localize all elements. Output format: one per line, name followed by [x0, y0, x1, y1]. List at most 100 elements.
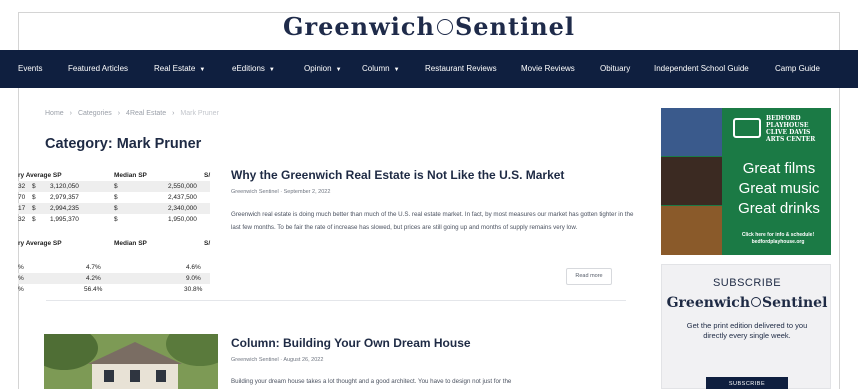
nav-item-label: Camp Guide	[775, 64, 820, 73]
table-header-cell: S/	[204, 172, 211, 179]
article-excerpt: Building your dream house takes a lot th…	[231, 378, 512, 385]
nav-item-opinion[interactable]: Opinion ▼	[304, 50, 342, 88]
table-cell: %	[18, 275, 24, 282]
nav-item-movie-reviews[interactable]: Movie Reviews	[521, 50, 575, 88]
chevron-down-icon: ▼	[335, 67, 342, 73]
table-row: 32 $ 1,995,370 $ 1,950,000	[18, 214, 210, 225]
read-more-button[interactable]: Read more	[566, 268, 612, 285]
subscribe-widget: SUBSCRIBE Greenwich Sentinel Get the prin…	[661, 264, 831, 389]
table-cell: 4.6%	[186, 264, 201, 271]
nav-item-obituary[interactable]: Obituary	[600, 50, 630, 88]
nav-item-real-estate[interactable]: Real Estate ▼	[154, 50, 205, 88]
ad-logo-line: PLAYHOUSE	[766, 122, 809, 129]
table-cell: $	[114, 216, 118, 223]
nav-item-label: Opinion	[304, 64, 332, 73]
table-cell: 32	[18, 216, 26, 223]
article-date: September 2, 2022	[283, 189, 331, 195]
table-cell: 2,437,500	[168, 194, 197, 201]
table-cell: $	[32, 216, 36, 223]
breadcrumb-separator: ›	[117, 110, 121, 117]
seal-icon	[436, 18, 453, 35]
table-cell: 70	[18, 194, 26, 201]
main-navigation: Events Featured Articles Real Estate ▼ eEdit…	[0, 50, 858, 88]
nav-item-featured-articles[interactable]: Featured Articles	[68, 50, 128, 88]
nav-item-camp-guide[interactable]: Camp Guide	[775, 50, 820, 88]
logo-word-right: Sentinel	[762, 295, 828, 311]
house-photo-icon	[44, 334, 218, 389]
table-cell: 32	[18, 183, 26, 190]
table-cell: 1,995,370	[50, 216, 79, 223]
ad-small-line: bedfordplayhouse.org	[751, 238, 805, 245]
ad-photo-drinks	[661, 206, 722, 255]
article-title[interactable]: Column: Building Your Own Dream House	[231, 336, 471, 350]
article-meta: Greenwich Sentinel · September 2, 2022	[231, 189, 330, 195]
article-excerpt: Greenwich real estate is doing much bett…	[231, 211, 634, 231]
ad-photo-musician	[661, 157, 722, 205]
table-cell: 2,994,235	[50, 205, 79, 212]
breadcrumb-real-estate[interactable]: 4Real Estate	[126, 110, 166, 117]
nav-item-label: Featured Articles	[68, 64, 129, 73]
breadcrumb-separator: ›	[172, 110, 175, 117]
nav-item-label: Real Estate	[154, 64, 196, 73]
table-header-cell: ry Average SP	[18, 172, 62, 179]
subscribe-title: SUBSCRIBE	[712, 277, 782, 289]
nav-item-label: Restaurant Reviews	[425, 64, 497, 73]
table-row: % 4.2% 9.0%	[18, 273, 210, 284]
table-cell: 4.2%	[86, 275, 101, 282]
article-author[interactable]: Greenwich Sentinel	[231, 189, 279, 195]
table-header-row: ry Average SP Median SP S/	[18, 238, 210, 249]
table-cell: %	[18, 286, 24, 293]
nav-item-eeditions[interactable]: eEditions ▼	[232, 50, 275, 88]
chevron-down-icon: ▼	[268, 67, 275, 73]
meta-separator: ·	[280, 357, 283, 363]
ad-logo-line: CLIVE DAVIS	[766, 129, 811, 136]
table-row: % 4.7% 4.6%	[18, 262, 210, 273]
logo-word-right: Sentinel	[454, 12, 576, 41]
breadcrumb-categories[interactable]: Categories	[78, 110, 112, 117]
nav-item-label: Movie Reviews	[521, 64, 575, 73]
breadcrumb: Home › Categories › 4Real Estate › Mark …	[45, 110, 223, 117]
table-row: 32 $ 3,120,050 $ 2,550,000	[18, 181, 210, 192]
page-title: Category: Mark Pruner	[45, 136, 202, 152]
subscribe-text: Get the print edition delivered to you d…	[686, 321, 808, 340]
ad-logo-line: ARTS CENTER	[766, 136, 816, 143]
article-thumbnail-image[interactable]	[44, 334, 218, 389]
table-cell: 30.8%	[184, 286, 203, 293]
article-author[interactable]: Greenwich Sentinel	[231, 357, 279, 363]
table-header-cell: Median SP	[114, 240, 147, 247]
nav-item-label: Events	[18, 64, 43, 73]
logo-word-left: Greenwich	[282, 12, 435, 41]
bedford-playhouse-ad[interactable]: BEDFORD PLAYHOUSE CLIVE DAVIS ARTS CENTE…	[661, 108, 831, 255]
ad-line-drinks: Great drinks	[738, 200, 820, 217]
table-header-row: ry Average SP Median SP S/	[18, 170, 210, 181]
ad-line-music: Great music	[738, 180, 820, 197]
table-cell: 2,550,000	[168, 183, 197, 190]
nav-item-events[interactable]: Events	[18, 50, 42, 88]
subscribe-logo: Greenwich Sentinel	[662, 295, 832, 311]
nav-item-label: Obituary	[600, 64, 631, 73]
nav-item-independent-school-guide[interactable]: Independent School Guide	[654, 50, 749, 88]
nav-item-label: eEditions	[232, 64, 265, 73]
table-header-cell: S/	[204, 240, 211, 247]
table-cell: 3,120,050	[50, 183, 79, 190]
article-title[interactable]: Why the Greenwich Real Estate is Not Lik…	[231, 168, 564, 182]
ad-logo-text: BEDFORD PLAYHOUSE CLIVE DAVIS ARTS CENTE…	[766, 115, 828, 143]
table-cell: $	[114, 183, 118, 190]
site-logo[interactable]: Greenwich Sentinel	[0, 12, 858, 41]
table-cell: $	[32, 194, 36, 201]
nav-item-column[interactable]: Column ▼	[362, 50, 400, 88]
table-row: 17 $ 2,994,235 $ 2,340,000	[18, 203, 210, 214]
table-header-cell: Median SP	[114, 172, 147, 179]
playhouse-logo-icon	[733, 118, 761, 138]
table-cell: $	[32, 183, 36, 190]
article-divider	[46, 300, 626, 301]
logo-word-left: Greenwich	[666, 295, 750, 311]
subscribe-button[interactable]: SUBSCRIBE	[706, 377, 788, 389]
chevron-down-icon: ▼	[199, 67, 206, 73]
ad-line-films: Great films	[742, 160, 816, 177]
nav-item-restaurant-reviews[interactable]: Restaurant Reviews	[425, 50, 497, 88]
table-cell: 4.7%	[86, 264, 101, 271]
table-row: 70 $ 2,979,357 $ 2,437,500	[18, 192, 210, 203]
breadcrumb-home[interactable]: Home	[45, 110, 64, 117]
table-row: % 56.4% 30.8%	[18, 284, 210, 295]
